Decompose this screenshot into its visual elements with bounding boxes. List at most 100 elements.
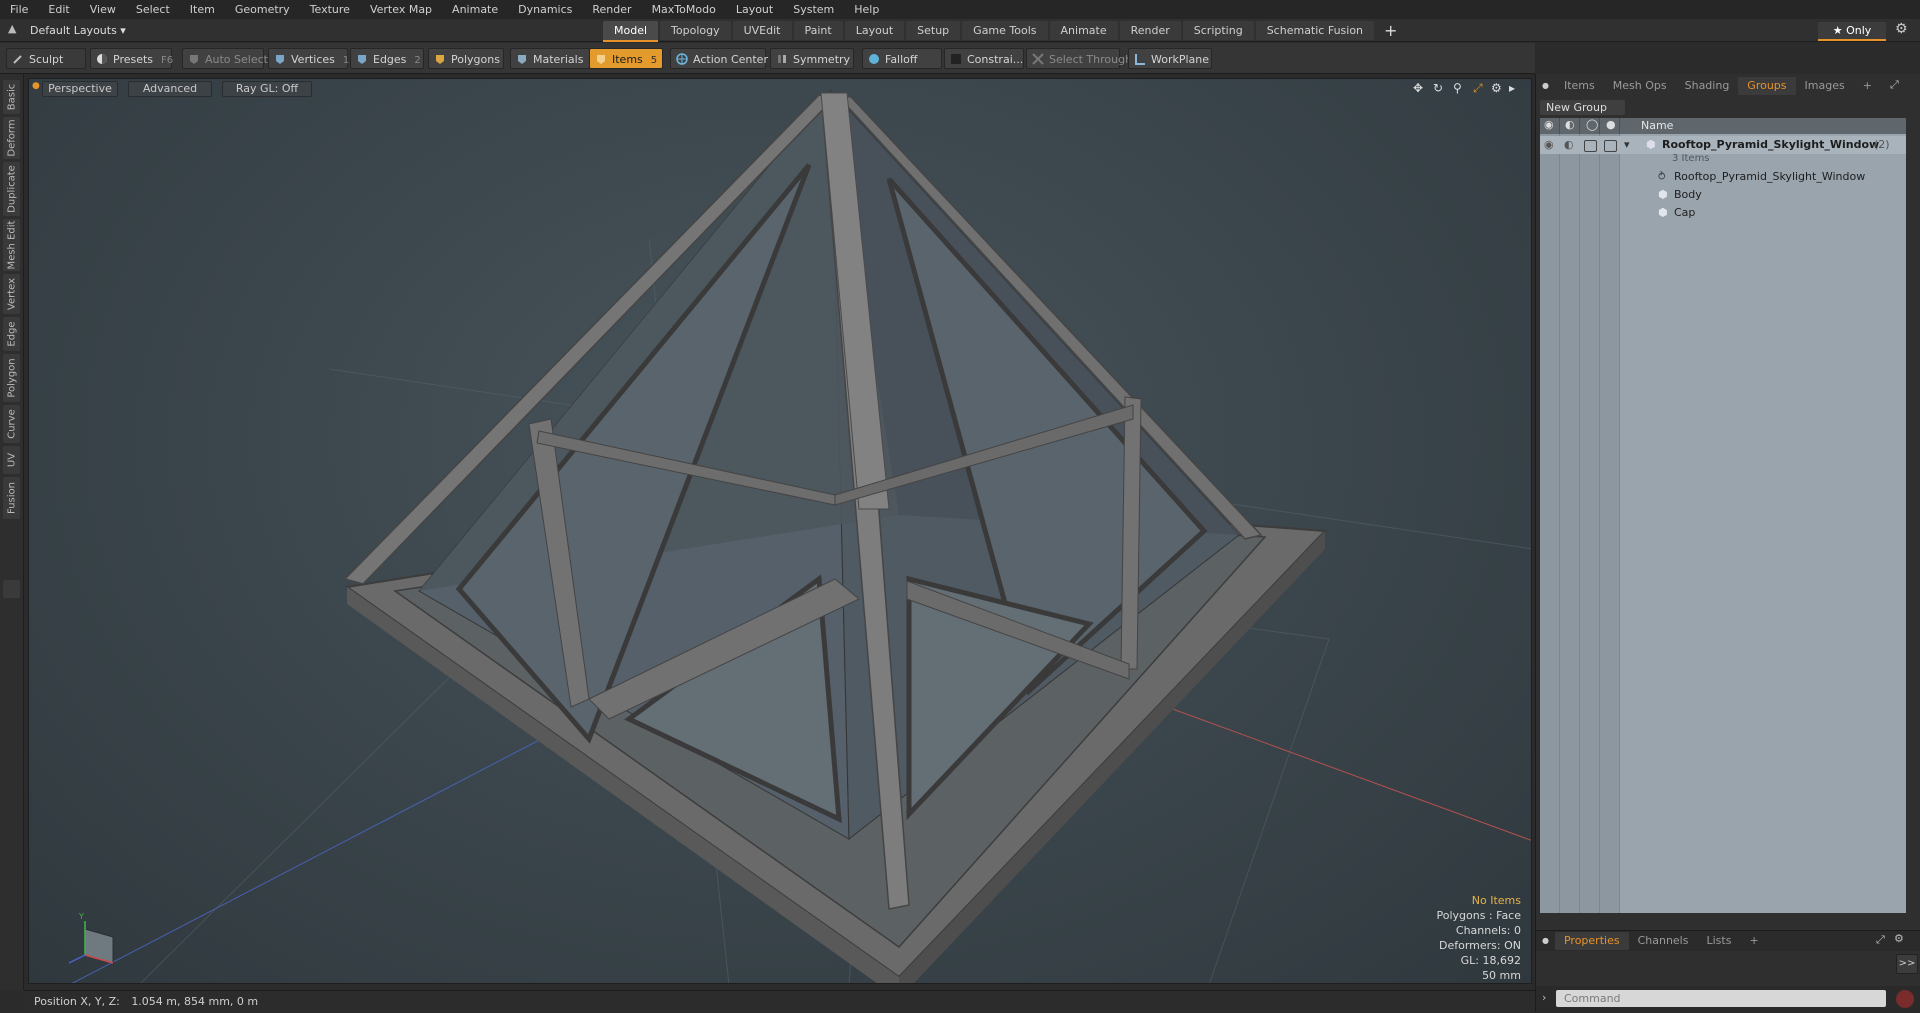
tab-images[interactable]: Images [1796, 77, 1854, 95]
tab-topology[interactable]: Topology [660, 21, 731, 40]
sculpt-button[interactable]: Sculpt [6, 48, 86, 69]
left-tab-basic[interactable]: Basic [3, 80, 20, 114]
tab-groups[interactable]: Groups [1738, 77, 1796, 95]
menu-animate[interactable]: Animate [442, 0, 508, 19]
tab-properties[interactable]: Properties [1554, 932, 1629, 950]
tab-game-tools[interactable]: Game Tools [962, 21, 1048, 40]
symmetry-button[interactable]: Symmetry [770, 48, 854, 69]
tab-model[interactable]: Model [603, 21, 659, 42]
left-tab-fusion[interactable]: Fusion [3, 477, 20, 519]
polygons-button[interactable]: Polygons [428, 48, 504, 69]
menu-geometry[interactable]: Geometry [225, 0, 300, 19]
vertices-button[interactable]: Vertices 1 [268, 48, 349, 69]
layout-selector[interactable]: Default Layouts ▾ [30, 22, 126, 39]
items-button[interactable]: Items 5 [589, 48, 663, 69]
materials-button[interactable]: Materials [510, 48, 590, 69]
menu-select[interactable]: Select [126, 0, 180, 19]
tab-render[interactable]: Render [1119, 21, 1181, 40]
list-item[interactable]: ⬢ Body [1540, 186, 1906, 204]
left-tab-curve[interactable]: Curve [3, 405, 20, 443]
only-button[interactable]: ★ Only [1818, 22, 1886, 41]
menu-render[interactable]: Render [582, 0, 641, 19]
axis-y-label: Y [78, 912, 84, 921]
add-tab-icon[interactable]: + [1376, 21, 1405, 42]
col-render-icon[interactable]: ◐ [1560, 118, 1580, 134]
group-lock-toggle[interactable] [1584, 140, 1597, 152]
tab-layout[interactable]: Layout [844, 21, 905, 40]
col-select-icon[interactable]: ● [1600, 118, 1620, 134]
tab-scripting[interactable]: Scripting [1182, 21, 1254, 40]
left-tab-deform[interactable]: Deform [3, 117, 20, 159]
command-row: › Command [1536, 986, 1920, 1012]
left-tab-uv[interactable]: UV [3, 446, 20, 474]
presets-button[interactable]: Presets F6 [90, 48, 173, 69]
tab-uvedit[interactable]: UVEdit [732, 21, 792, 40]
3d-viewport[interactable]: ● Perspective Advanced Ray GL: Off ✥ ↻ ⚲… [28, 78, 1532, 984]
properties-dot-icon[interactable]: ● [1536, 932, 1555, 950]
falloff-icon [869, 54, 879, 64]
command-input[interactable]: Command [1556, 990, 1886, 1007]
panel-dot-icon[interactable]: ● [1536, 77, 1555, 95]
edges-button[interactable]: Edges 2 [350, 48, 424, 69]
left-tab-mesh-edit[interactable]: Mesh Edit [3, 219, 20, 271]
channels-info: Channels: 0 [1455, 924, 1521, 937]
menu-file[interactable]: File [0, 0, 38, 19]
falloff-button[interactable]: Falloff [862, 48, 942, 69]
add-properties-tab-icon[interactable]: + [1740, 932, 1767, 950]
menu-system[interactable]: System [783, 0, 844, 19]
list-item[interactable]: ⥁ Rooftop_Pyramid_Skylight_Window [1540, 168, 1906, 186]
workplane-button[interactable]: WorkPlane [1128, 48, 1212, 69]
menu-help[interactable]: Help [844, 0, 889, 19]
command-run-icon[interactable] [1896, 990, 1914, 1008]
left-tab-edge[interactable]: Edge [3, 317, 20, 351]
tab-paint[interactable]: Paint [793, 21, 843, 40]
menu-vertex-map[interactable]: Vertex Map [360, 0, 442, 19]
tab-lists[interactable]: Lists [1697, 932, 1740, 950]
tab-animate[interactable]: Animate [1049, 21, 1118, 40]
layout-collapse-icon[interactable]: ▲ [8, 22, 16, 35]
selection-info: No Items [1471, 894, 1521, 907]
group-select-toggle[interactable] [1604, 140, 1617, 152]
layout-bar: ▲ Default Layouts ▾ Model Topology UVEdi… [0, 19, 1920, 42]
items-icon [597, 55, 605, 64]
expand-button[interactable]: >> [1896, 954, 1918, 974]
list-item[interactable]: ⬢ Cap [1540, 204, 1906, 222]
constrain-button[interactable]: Constrai... [944, 48, 1024, 69]
left-tab-polygon[interactable]: Polygon [3, 354, 20, 402]
panel-expand-icon[interactable]: ⤢ [1890, 78, 1899, 92]
menu-view[interactable]: View [80, 0, 126, 19]
polygons-info: Polygons : Face [1436, 909, 1521, 922]
axis-z-line [71, 734, 550, 983]
locator-icon: ⥁ [1658, 170, 1666, 183]
select-through-button[interactable]: Select Through [1026, 48, 1132, 69]
group-items-count-row: 3 Items [1540, 152, 1906, 166]
tab-items[interactable]: Items [1555, 77, 1604, 95]
menu-texture[interactable]: Texture [300, 0, 360, 19]
col-visibility-eye-icon[interactable]: ◉ [1540, 118, 1560, 134]
polygons-icon [436, 55, 444, 64]
new-group-button[interactable]: New Group [1540, 100, 1625, 115]
tab-setup[interactable]: Setup [906, 21, 961, 40]
tab-schematic-fusion[interactable]: Schematic Fusion [1255, 21, 1375, 40]
left-tab-duplicate[interactable]: Duplicate [3, 162, 20, 216]
action-center-button[interactable]: Action Center [670, 48, 768, 69]
add-panel-tab-icon[interactable]: + [1854, 77, 1881, 95]
menu-dynamics[interactable]: Dynamics [508, 0, 582, 19]
properties-gear-icon[interactable]: ⚙ [1894, 932, 1904, 945]
item-name: Cap [1674, 206, 1696, 219]
auto-select-button[interactable]: Auto Select [182, 48, 268, 69]
menu-item[interactable]: Item [180, 0, 225, 19]
left-tab-vertex[interactable]: Vertex [3, 274, 20, 314]
group-items-label: 3 Items [1672, 153, 1710, 164]
menu-edit[interactable]: Edit [38, 0, 79, 19]
gear-icon[interactable]: ⚙ [1895, 21, 1908, 37]
menu-maxtomodo[interactable]: MaxToModo [642, 0, 726, 19]
tab-channels[interactable]: Channels [1629, 932, 1698, 950]
scale-info: 50 mm [1482, 969, 1521, 982]
properties-expand-icon[interactable]: ⤢ [1876, 933, 1885, 947]
tab-shading[interactable]: Shading [1676, 77, 1739, 95]
left-tab-extra[interactable] [3, 580, 20, 598]
col-lock-icon[interactable]: ◯ [1580, 118, 1600, 134]
tab-mesh-ops[interactable]: Mesh Ops [1604, 77, 1676, 95]
menu-layout[interactable]: Layout [726, 0, 783, 19]
